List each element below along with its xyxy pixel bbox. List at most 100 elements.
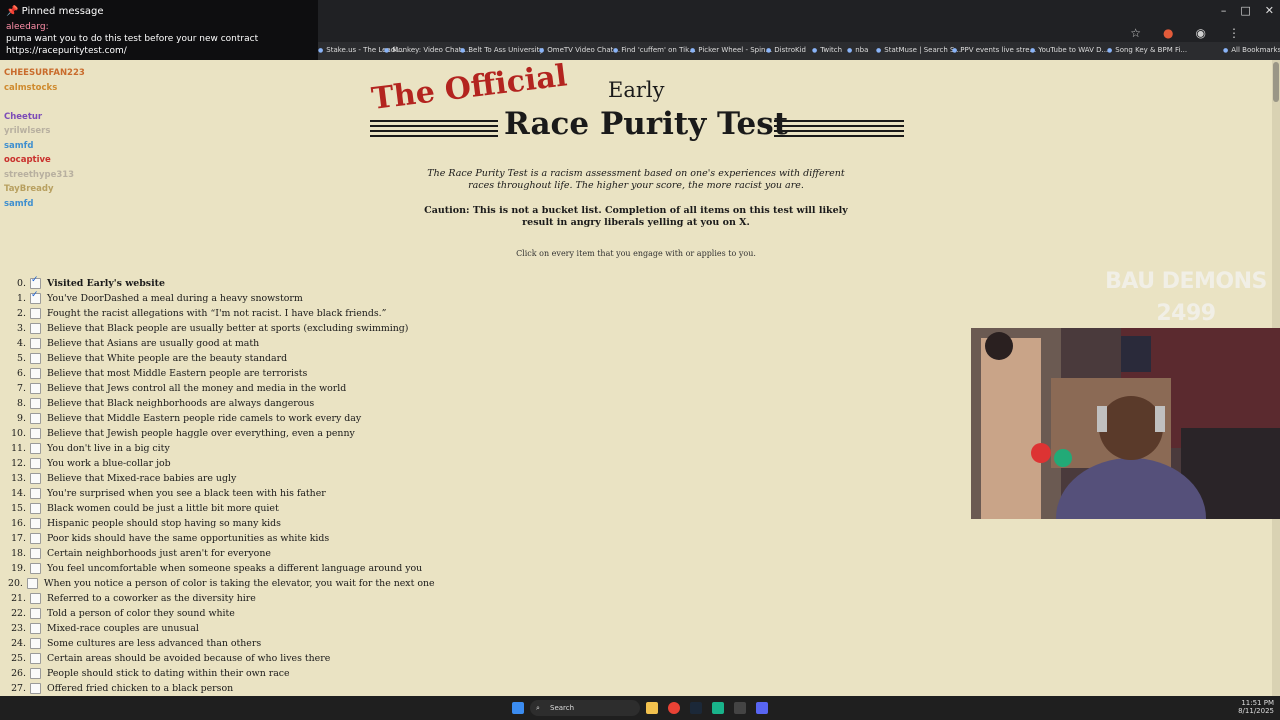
test-item[interactable]: 10. Believe that Jewish people haggle ove… (8, 426, 428, 441)
test-item[interactable]: 8. Believe that Black neighborhoods are a… (8, 396, 428, 411)
bookmark[interactable]: nba (847, 46, 868, 54)
item-checkbox[interactable] (30, 308, 41, 319)
chrome-icon[interactable] (668, 702, 680, 714)
item-checkbox[interactable] (30, 368, 41, 379)
item-checkbox[interactable] (30, 383, 41, 394)
item-checkbox[interactable] (30, 668, 41, 679)
test-item[interactable]: 0. Visited Early's website (8, 275, 428, 291)
chat-username[interactable]: oocaptive (4, 155, 51, 165)
test-item[interactable]: 27. Offered fried chicken to a black pers… (8, 681, 428, 696)
test-item[interactable]: 7. Believe that Jews control all the mone… (8, 381, 428, 396)
bookmark[interactable]: Picker Wheel - Spin... (690, 46, 772, 54)
test-item[interactable]: 6. Believe that most Middle Eastern peopl… (8, 366, 428, 381)
chat-username[interactable]: samfd (4, 199, 33, 209)
test-item[interactable]: 4. Believe that Asians are usually good a… (8, 336, 428, 351)
item-number: 19. (11, 563, 26, 574)
test-item[interactable]: 23. Mixed-race couples are unusual (8, 621, 428, 636)
start-icon[interactable] (512, 702, 524, 714)
item-checkbox[interactable] (30, 458, 41, 469)
test-item[interactable]: 12. You work a blue-collar job (8, 456, 428, 471)
item-checkbox[interactable] (30, 413, 41, 424)
system-clock[interactable]: 11:51 PM 8/11/2025 (1238, 699, 1274, 715)
test-item[interactable]: 11. You don't live in a big city (8, 441, 428, 456)
bookmark[interactable]: OmeTV Video Chat... (539, 46, 620, 54)
extension-icon[interactable]: ● (1163, 26, 1173, 40)
item-checkbox[interactable] (30, 503, 41, 514)
minimize-button[interactable]: – (1221, 4, 1227, 17)
item-checkbox[interactable] (30, 443, 41, 454)
item-checkbox[interactable] (30, 638, 41, 649)
test-item[interactable]: 17. Poor kids should have the same opport… (8, 531, 428, 546)
chat-username[interactable]: TayBready (4, 184, 54, 194)
star-icon[interactable]: ☆ (1130, 26, 1141, 40)
bookmark[interactable]: Find 'cuffem' on Tik... (613, 46, 696, 54)
item-checkbox[interactable] (30, 488, 41, 499)
item-checkbox[interactable] (30, 608, 41, 619)
bookmark[interactable]: Song Key & BPM Fi... (1107, 46, 1187, 54)
item-checkbox[interactable] (30, 353, 41, 364)
scrollbar-thumb[interactable] (1273, 62, 1279, 102)
bookmark[interactable]: Belt To Ass University (460, 46, 543, 54)
discord-icon[interactable] (756, 702, 768, 714)
test-item[interactable]: 19. You feel uncomfortable when someone s… (8, 561, 428, 576)
bookmark[interactable]: YouTube to WAV D... (1030, 46, 1108, 54)
test-item[interactable]: 3. Believe that Black people are usually … (8, 321, 428, 336)
app-icon[interactable] (712, 702, 724, 714)
item-checkbox[interactable] (26, 578, 38, 589)
test-item[interactable]: 16. Hispanic people should stop having so… (8, 516, 428, 531)
taskbar-search[interactable]: ⌕ Search (530, 700, 640, 716)
item-checkbox[interactable] (30, 548, 41, 559)
test-item[interactable]: 25. Certain areas should be avoided becau… (8, 651, 428, 666)
bookmark[interactable]: DistroKid (766, 46, 806, 54)
steam-icon[interactable] (690, 702, 702, 714)
decorative-rules-right (774, 120, 904, 140)
pinned-link[interactable]: https://racepuritytest.com/ (6, 46, 127, 56)
file-explorer-icon[interactable] (646, 702, 658, 714)
item-checkbox[interactable] (30, 518, 41, 529)
test-item[interactable]: 24. Some cultures are less advanced than … (8, 636, 428, 651)
test-item[interactable]: 2. Fought the racist allegations with “I'… (8, 306, 428, 321)
maximize-button[interactable]: □ (1240, 4, 1250, 17)
item-checkbox[interactable] (30, 323, 41, 334)
early-logo[interactable]: Early (608, 78, 664, 102)
item-checkbox[interactable] (30, 533, 41, 544)
item-checkbox[interactable] (30, 623, 41, 634)
test-item[interactable]: 1. You've DoorDashed a meal during a heav… (8, 290, 428, 306)
item-checkbox[interactable] (30, 653, 41, 664)
chat-username[interactable]: Cheetur (4, 112, 42, 122)
test-item[interactable]: 26. People should stick to dating within … (8, 666, 428, 681)
bookmark[interactable]: Monkey: Video Chat... (384, 46, 468, 54)
chat-username[interactable]: yrilwlsers (4, 126, 50, 136)
chat-username[interactable]: samfd (4, 141, 33, 151)
chat-username[interactable]: streethype313 (4, 170, 74, 180)
item-checkbox[interactable] (30, 563, 41, 574)
item-checkbox[interactable] (30, 290, 41, 304)
item-checkbox[interactable] (30, 473, 41, 484)
item-checkbox[interactable] (30, 338, 41, 349)
all-bookmarks[interactable]: All Bookmarks (1223, 46, 1280, 54)
item-checkbox[interactable] (30, 593, 41, 604)
bookmark[interactable]: PPV events live stre... (952, 46, 1036, 54)
profile-icon[interactable]: ◉ (1196, 26, 1206, 40)
test-item[interactable]: 21. Referred to a coworker as the diversi… (8, 591, 428, 606)
item-checkbox[interactable] (30, 398, 41, 409)
item-number: 20. (8, 578, 23, 589)
bookmark[interactable]: Twitch (812, 46, 842, 54)
test-item[interactable]: 9. Believe that Middle Eastern people rid… (8, 411, 428, 426)
item-checkbox[interactable] (30, 683, 41, 694)
close-button[interactable]: ✕ (1265, 4, 1274, 17)
test-item[interactable]: 15. Black women could be just a little bi… (8, 501, 428, 516)
test-item[interactable]: 18. Certain neighborhoods just aren't for… (8, 546, 428, 561)
test-item[interactable]: 14. You're surprised when you see a black… (8, 486, 428, 501)
test-item[interactable]: 13. Believe that Mixed-race babies are ug… (8, 471, 428, 486)
item-checkbox[interactable] (30, 428, 41, 439)
test-item[interactable]: 5. Believe that White people are the beau… (8, 351, 428, 366)
bookmark[interactable]: StatMuse | Search S... (876, 46, 961, 54)
menu-icon[interactable]: ⋮ (1228, 26, 1240, 40)
test-item[interactable]: 22. Told a person of color they sound whi… (8, 606, 428, 621)
app-icon[interactable] (734, 702, 746, 714)
chat-username[interactable]: CHEESURFAN223 (4, 68, 85, 78)
test-item[interactable]: 20. When you notice a person of color is … (8, 576, 435, 591)
chat-username[interactable]: calmstocks (4, 83, 57, 93)
item-checkbox[interactable] (30, 275, 41, 289)
